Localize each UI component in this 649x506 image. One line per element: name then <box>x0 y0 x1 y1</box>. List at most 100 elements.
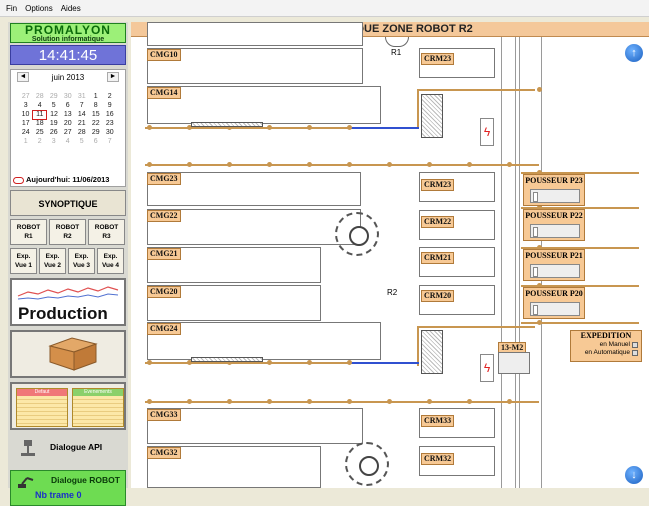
carton-button[interactable] <box>10 330 126 378</box>
day-cell[interactable]: 9 <box>103 101 117 110</box>
view-label: Exp. <box>45 253 60 260</box>
view-label: Exp. <box>16 253 31 260</box>
day-cell[interactable]: 7 <box>103 137 117 146</box>
brand-name: PROMALYON <box>25 23 111 37</box>
robot-r1-label: R1 <box>391 48 402 57</box>
day-cell[interactable]: 21 <box>75 119 89 128</box>
rail <box>417 89 419 129</box>
day-cell[interactable]: 13 <box>61 110 75 119</box>
view-2-button[interactable]: Exp. Vue 2 <box>39 248 66 274</box>
prev-month-button[interactable]: ◄ <box>17 72 29 82</box>
day-cell[interactable]: 4 <box>61 137 75 146</box>
api-plug-icon <box>21 440 35 456</box>
day-cell[interactable]: 17 <box>19 119 33 128</box>
pousseur-label: POUSSEUR P20 <box>525 289 583 298</box>
cmg-slot[interactable] <box>147 22 363 46</box>
day-cell[interactable]: 28 <box>33 92 47 101</box>
view-4-button[interactable]: Exp. Vue 4 <box>97 248 124 274</box>
pousseur-p22[interactable]: POUSSEUR P22 <box>523 209 585 241</box>
day-cell[interactable]: 3 <box>47 137 61 146</box>
robot-r1-button[interactable]: ROBOT R1 <box>10 219 47 245</box>
menu-options[interactable]: Options <box>25 4 53 13</box>
cmg20-label: CMG20 <box>147 286 181 298</box>
scroll-down-icon[interactable]: ↓ <box>625 466 643 484</box>
day-cell[interactable]: 6 <box>61 101 75 110</box>
day-cell[interactable]: 3 <box>19 101 33 110</box>
day-cell[interactable]: 5 <box>47 101 61 110</box>
menu-fin[interactable]: Fin <box>6 4 17 13</box>
day-cell[interactable]: 10 <box>19 110 33 119</box>
auto-mode-checkbox[interactable] <box>632 350 638 356</box>
day-cell[interactable]: 19 <box>47 119 61 128</box>
day-cell[interactable]: 1 <box>19 137 33 146</box>
day-cell[interactable]: 25 <box>33 128 47 137</box>
robot-dialog-panel[interactable]: Dialogue ROBOT Nb trame 0 <box>10 470 126 506</box>
production-button[interactable]: Production <box>10 278 126 326</box>
robot-r1[interactable] <box>385 37 409 47</box>
day-cell[interactable]: 2 <box>33 137 47 146</box>
pallet <box>191 122 263 127</box>
electric-hazard-icon: ϟ <box>480 118 494 146</box>
day-cell[interactable]: 14 <box>75 110 89 119</box>
rail-active <box>351 127 419 129</box>
clock: 14:41:45 <box>10 45 126 65</box>
robot-id: R1 <box>24 233 33 240</box>
day-cell[interactable]: 22 <box>89 119 103 128</box>
robot-r2[interactable] <box>335 212 379 256</box>
view-3-button[interactable]: Exp. Vue 3 <box>68 248 95 274</box>
day-cell[interactable]: 6 <box>89 137 103 146</box>
next-month-button[interactable]: ► <box>106 72 119 82</box>
day-cell[interactable]: 29 <box>89 128 103 137</box>
defaut-label: Defaut <box>17 389 67 396</box>
day-cell[interactable]: 26 <box>47 128 61 137</box>
menu-aides[interactable]: Aides <box>61 4 81 13</box>
pousseur-label: POUSSEUR P22 <box>525 211 583 220</box>
rail <box>417 326 535 328</box>
day-cell[interactable]: 5 <box>75 137 89 146</box>
day-cell[interactable]: 12 <box>47 110 61 119</box>
view-1-button[interactable]: Exp. Vue 1 <box>10 248 37 274</box>
day-cell[interactable]: 16 <box>103 110 117 119</box>
cmg-slot[interactable] <box>147 86 381 124</box>
day-cell[interactable]: 7 <box>75 101 89 110</box>
pousseur-p20[interactable]: POUSSEUR P20 <box>523 287 585 319</box>
robot-id: R3 <box>102 233 111 240</box>
day-cell[interactable]: 27 <box>61 128 75 137</box>
pousseur-p23[interactable]: POUSSEUR P23 <box>523 174 585 206</box>
day-cell[interactable]: 1 <box>89 92 103 101</box>
m2-slot[interactable] <box>498 352 530 374</box>
day-cell[interactable]: 2 <box>103 92 117 101</box>
day-cell[interactable]: 29 <box>47 92 61 101</box>
synoptique-button[interactable]: SYNOPTIQUE <box>10 190 126 216</box>
day-cell[interactable]: 8 <box>89 101 103 110</box>
manual-mode-checkbox[interactable] <box>632 342 638 348</box>
day-cell[interactable]: 24 <box>19 128 33 137</box>
day-cell[interactable]: 30 <box>103 128 117 137</box>
day-cell[interactable]: 18 <box>33 119 47 128</box>
expedition-panel: EXPEDITION en Manuel en Automatique <box>570 330 642 362</box>
crm22-label: CRM22 <box>421 216 455 228</box>
day-cell[interactable]: 23 <box>103 119 117 128</box>
events-panel[interactable]: Defaut Evenements <box>10 382 126 430</box>
robot-r3-button[interactable]: ROBOT R3 <box>88 219 125 245</box>
pousseur-p21[interactable]: POUSSEUR P21 <box>523 249 585 281</box>
day-cell[interactable]: 31 <box>75 92 89 101</box>
robot-r3[interactable] <box>345 442 389 486</box>
cmg-slot[interactable] <box>147 322 381 360</box>
today-link[interactable]: Aujourd'hui: 11/06/2013 <box>13 175 109 184</box>
day-cell[interactable]: 27 <box>19 92 33 101</box>
day-cell[interactable]: 15 <box>89 110 103 119</box>
evenements-pane[interactable]: Evenements <box>72 388 124 427</box>
api-dialog-button[interactable]: Dialogue API <box>10 434 126 466</box>
pousseur-label: POUSSEUR P21 <box>525 251 583 260</box>
robot-r2-button[interactable]: ROBOT R2 <box>49 219 86 245</box>
day-cell[interactable]: 30 <box>61 92 75 101</box>
day-cell-today[interactable]: 11 <box>32 109 48 120</box>
machine <box>421 330 443 374</box>
production-chart-icon <box>17 286 119 300</box>
day-cell[interactable]: 28 <box>75 128 89 137</box>
day-cell[interactable]: 20 <box>61 119 75 128</box>
defaut-pane[interactable]: Defaut <box>16 388 68 427</box>
scroll-up-icon[interactable]: ↑ <box>625 44 643 62</box>
day-cell[interactable]: 4 <box>33 101 47 110</box>
